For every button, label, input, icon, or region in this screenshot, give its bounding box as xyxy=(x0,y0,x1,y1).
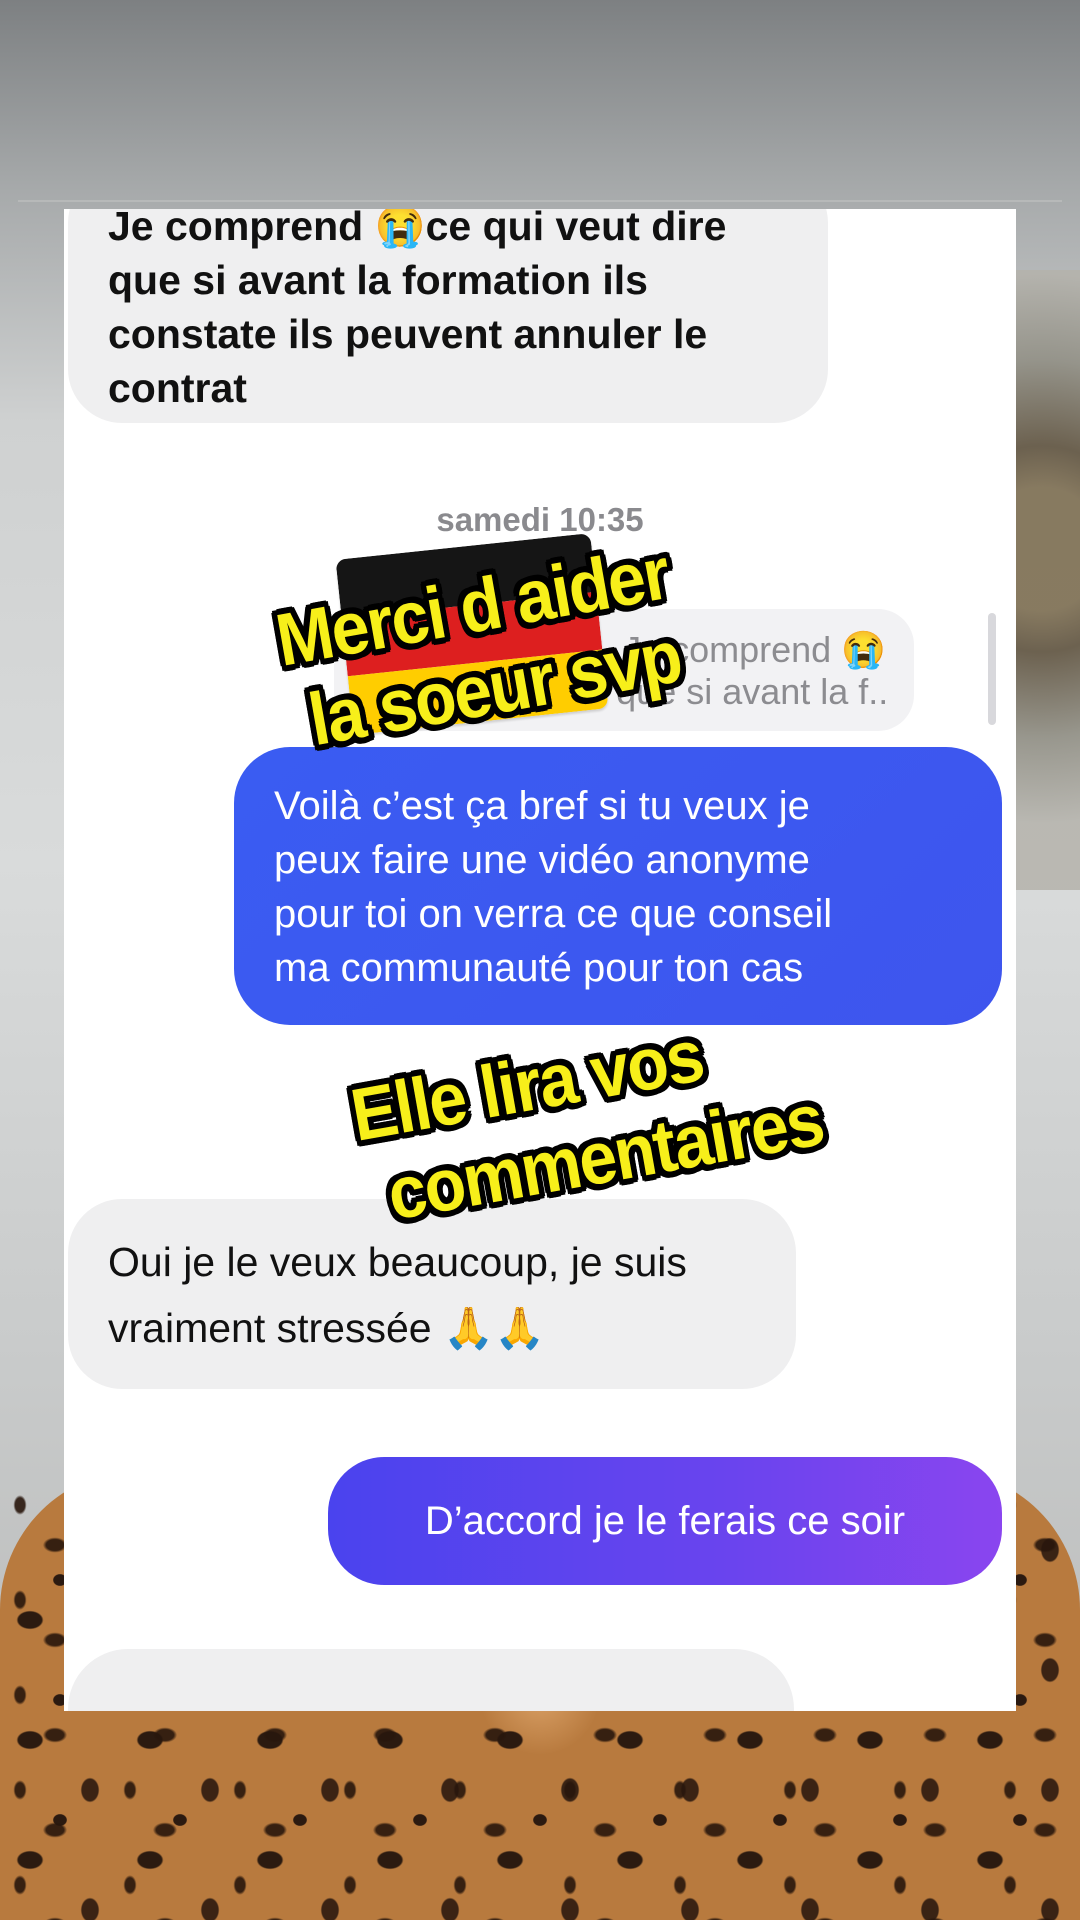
message-line: constate ils peuvent annuler le xyxy=(108,311,708,357)
message-line: que si avant la formation ils xyxy=(108,257,648,303)
reply-indicator-bar xyxy=(988,613,996,725)
message-line: Oui je le veux beaucoup, je suis xyxy=(108,1239,687,1285)
outgoing-message: D’accord je le ferais ce soir xyxy=(328,1457,1002,1585)
chat-screenshot: Je comprend 😭ce qui veut dire que si ava… xyxy=(64,209,1016,1711)
message-line: contrat xyxy=(108,365,247,411)
message-line: ma communauté pour ton cas xyxy=(274,946,804,990)
background-decor xyxy=(1015,270,1080,890)
message-line: Je comprend 😭ce qui veut dire xyxy=(108,209,727,249)
message-line: Voilà c’est ça bref si tu veux je xyxy=(274,784,810,828)
message-line: pour toi on verra ce que conseil xyxy=(274,892,833,936)
message-line: vraiment stressée 🙏🙏 xyxy=(108,1305,546,1351)
outgoing-message: Voilà c’est ça bref si tu veux je peux f… xyxy=(234,747,1002,1025)
message-timestamp: samedi 10:35 xyxy=(436,501,644,538)
background-frame-edge xyxy=(18,200,1062,202)
message-line: peux faire une vidéo anonyme xyxy=(274,838,810,882)
incoming-message: Je comprend 😭ce qui veut dire que si ava… xyxy=(68,209,828,423)
incoming-message-partial xyxy=(68,1649,794,1711)
